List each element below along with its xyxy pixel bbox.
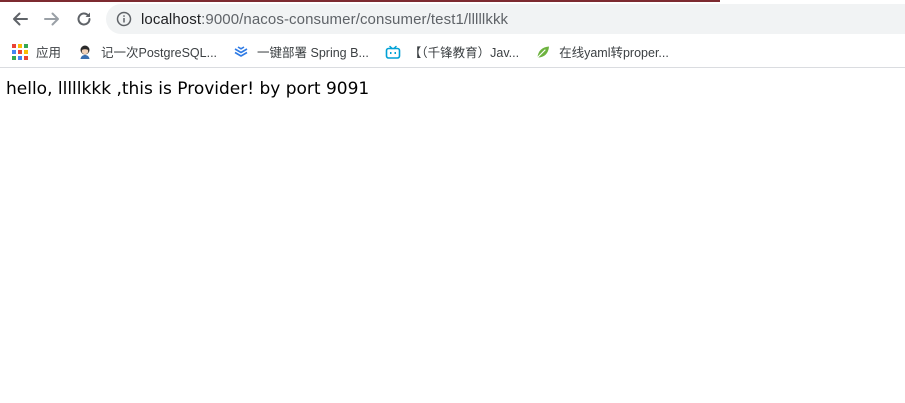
reload-button[interactable] [68, 3, 100, 35]
bookmark-qianfeng-java[interactable]: 【（千锋教育）Jav... [379, 39, 525, 65]
bookmarks-bar: 应用 记一次PostgreSQL... 一键部署 Spring B... 【（千… [0, 36, 905, 68]
bilibili-tv-icon [385, 44, 401, 60]
avatar-icon [77, 44, 93, 60]
bookmark-label: 记一次PostgreSQL... [101, 46, 218, 60]
layers-icon [233, 44, 249, 60]
page-body-text: hello, lllllkkk ,this is Provider! by po… [6, 79, 370, 99]
url-host: localhost [141, 10, 202, 28]
apps-grid-icon [12, 43, 28, 60]
bookmark-label: 【（千锋教育）Jav... [408, 46, 520, 60]
leaf-icon [535, 44, 551, 60]
arrow-right-icon [44, 12, 59, 26]
reload-icon [77, 12, 91, 26]
bookmark-label: 应用 [36, 46, 62, 60]
bookmark-yaml-converter[interactable]: 在线yaml转proper... [529, 39, 675, 65]
info-icon[interactable] [116, 11, 132, 27]
url-path: :9000/nacos-consumer/consumer/test1/llll… [201, 10, 509, 28]
address-bar[interactable]: localhost:9000/nacos-consumer/consumer/t… [106, 4, 905, 34]
back-button[interactable] [4, 3, 36, 35]
arrow-left-icon [13, 12, 28, 26]
bookmark-label: 在线yaml转proper... [559, 46, 669, 60]
url-text[interactable]: localhost:9000/nacos-consumer/consumer/t… [141, 11, 508, 28]
browser-toolbar: localhost:9000/nacos-consumer/consumer/t… [0, 2, 905, 36]
bookmark-spring-boot[interactable]: 一键部署 Spring B... [227, 39, 375, 65]
bookmark-apps[interactable]: 应用 [6, 39, 67, 65]
forward-button[interactable] [36, 3, 68, 35]
bookmark-postgresql[interactable]: 记一次PostgreSQL... [71, 39, 223, 65]
bookmark-label: 一键部署 Spring B... [257, 46, 369, 60]
